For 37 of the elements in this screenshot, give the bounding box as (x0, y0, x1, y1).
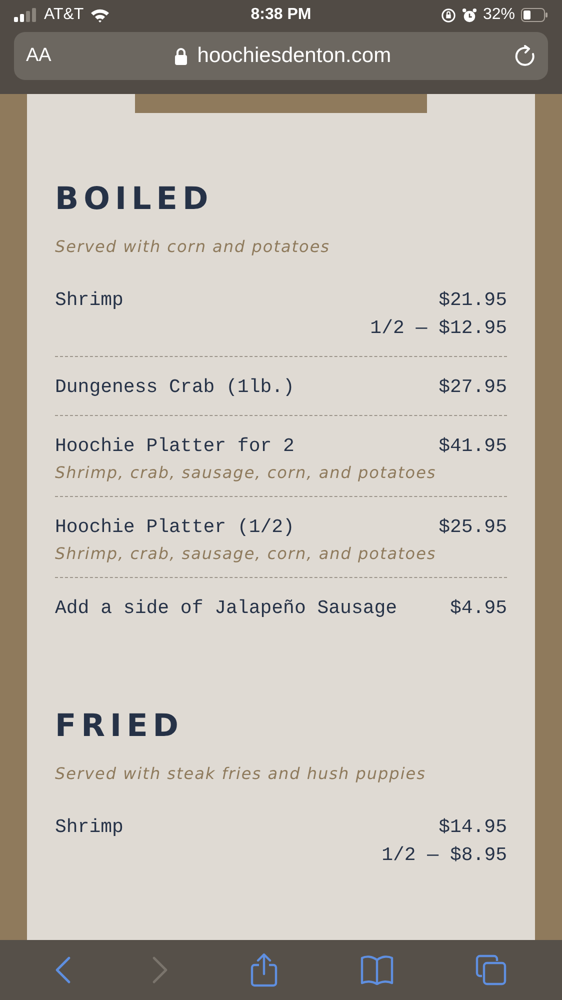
item-price: $14.95 (438, 815, 507, 840)
url-text: hoochiesdenton.com (197, 44, 392, 68)
reload-icon[interactable] (514, 45, 536, 67)
battery-percent: 32% (482, 6, 515, 24)
lock-icon (174, 47, 188, 65)
share-icon[interactable] (250, 953, 278, 987)
section-heading: BOILED (55, 181, 214, 217)
section-subtitle: Served with steak fries and hush puppies (55, 764, 427, 783)
battery-icon (521, 8, 548, 22)
text-size-button[interactable]: AA (26, 45, 52, 67)
item-description: Shrimp, crab, sausage, corn, and potatoes (55, 463, 438, 482)
alarm-icon (462, 8, 477, 22)
item-price: $41.95 (438, 434, 507, 459)
item-name: Add a side of Jalapeño Sausage (55, 596, 398, 621)
item-price: $25.95 (438, 515, 507, 540)
signal-icon (14, 8, 38, 22)
item-name: Shrimp (55, 815, 124, 840)
item-description: Shrimp, crab, sausage, corn, and potatoes (55, 544, 438, 563)
item-name: Dungeness Crab (1lb.) (55, 375, 294, 400)
item-name: Hoochie Platter for 2 (55, 434, 294, 459)
rotation-lock-icon (440, 8, 456, 22)
half-portion-price: 1/2 — $8.95 (382, 843, 507, 868)
back-icon[interactable] (54, 956, 71, 984)
section-subtitle: Served with corn and potatoes (55, 237, 332, 256)
address-bar[interactable]: AA hoochiesdenton.com (14, 32, 548, 80)
tabs-icon[interactable] (475, 954, 508, 986)
half-portion-price: 1/2 — $12.95 (370, 316, 507, 341)
section-heading: FRIED (55, 708, 184, 744)
item-price: $21.95 (438, 288, 507, 313)
bookmarks-icon[interactable] (360, 955, 394, 985)
item-name: Hoochie Platter (1/2) (55, 515, 294, 540)
item-price: $27.95 (438, 375, 507, 400)
item-name: Shrimp (55, 288, 124, 313)
clock-time: 8:38 PM (250, 6, 312, 24)
carrier-name: AT&T (44, 6, 84, 24)
wifi-icon (90, 8, 110, 22)
item-price: $4.95 (450, 596, 507, 621)
